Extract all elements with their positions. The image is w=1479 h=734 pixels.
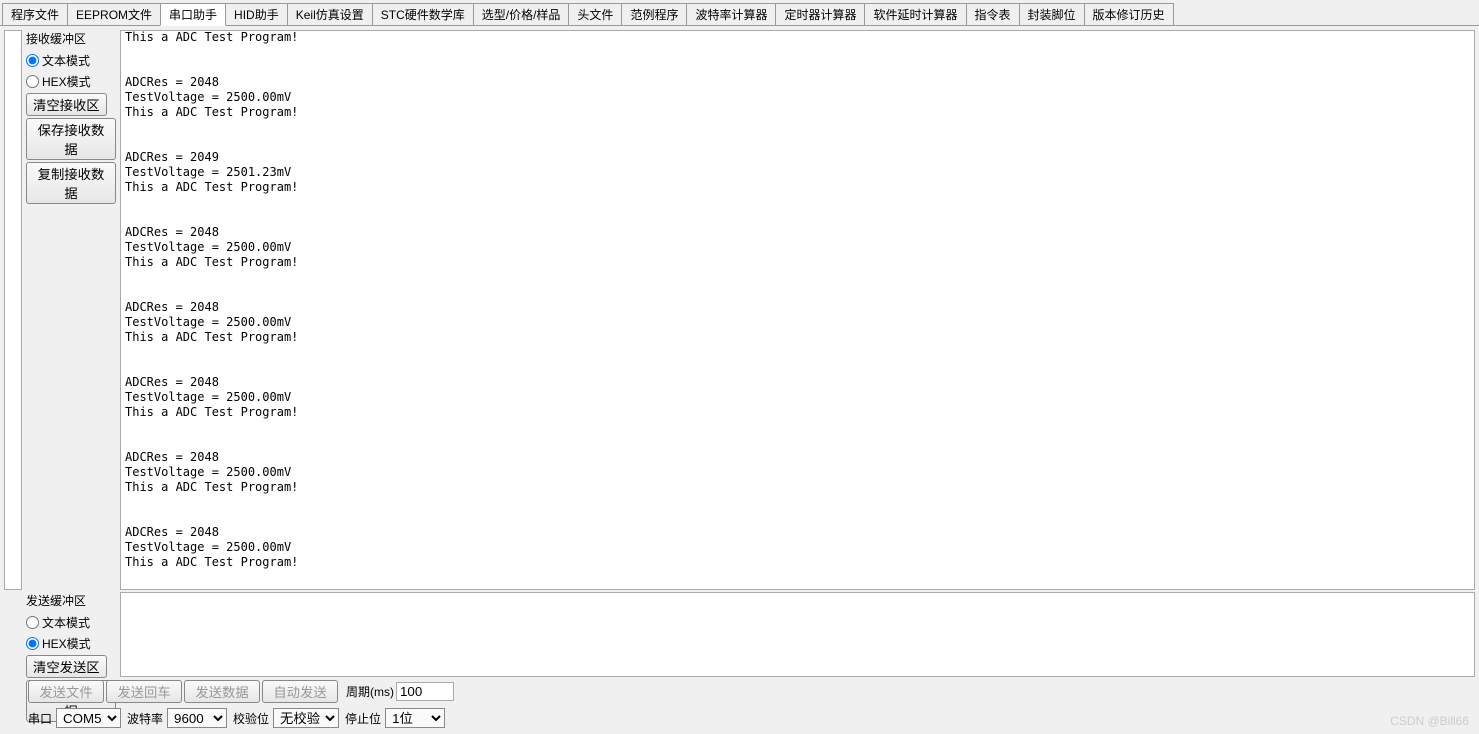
send-textarea-wrap — [120, 592, 1475, 677]
send-mode-text-label: 文本模式 — [42, 614, 90, 631]
tabs-bar: 程序文件EEPROM文件串口助手HID助手Keil仿真设置STC硬件数学库选型/… — [0, 0, 1479, 26]
clear-receive-button[interactable]: 清空接收区 — [26, 93, 107, 116]
tab-6[interactable]: 选型/价格/样品 — [473, 3, 570, 25]
period-input[interactable] — [396, 682, 454, 701]
actions-row: 发送文件 发送回车 发送数据 自动发送 周期(ms) — [4, 679, 1475, 704]
tab-12[interactable]: 指令表 — [966, 3, 1020, 25]
period-label: 周期(ms) — [346, 683, 394, 700]
tab-10[interactable]: 定时器计算器 — [775, 3, 865, 25]
tab-5[interactable]: STC硬件数学库 — [372, 3, 474, 25]
tab-1[interactable]: EEPROM文件 — [67, 3, 161, 25]
tab-11[interactable]: 软件延时计算器 — [864, 3, 966, 25]
send-group-label: 发送缓冲区 — [26, 592, 86, 609]
send-side-panel: 发送缓冲区 文本模式 HEX模式 清空发送区 保存发送数据 — [26, 592, 116, 677]
send-textarea[interactable] — [121, 593, 1474, 676]
port-label: 串口 — [28, 710, 52, 727]
tab-2[interactable]: 串口助手 — [160, 3, 226, 26]
send-file-button[interactable]: 发送文件 — [28, 680, 104, 703]
tab-0[interactable]: 程序文件 — [2, 3, 68, 25]
tab-13[interactable]: 封装脚位 — [1019, 3, 1085, 25]
receive-mode-text[interactable]: 文本模式 — [26, 51, 90, 70]
tab-9[interactable]: 波特率计算器 — [686, 3, 776, 25]
tab-7[interactable]: 头文件 — [568, 3, 622, 25]
receive-mode-hex-label: HEX模式 — [42, 73, 91, 90]
copy-receive-button[interactable]: 复制接收数据 — [26, 162, 116, 204]
port-row: 串口 COM5 波特率 9600 校验位 无校验 停止位 1位 — [4, 706, 1475, 728]
tab-4[interactable]: Keil仿真设置 — [287, 3, 373, 25]
auto-send-button[interactable]: 自动发送 — [262, 680, 338, 703]
send-mode-hex-radio[interactable] — [26, 637, 39, 650]
baud-select[interactable]: 9600 — [167, 708, 227, 728]
receive-textarea-wrap — [120, 30, 1475, 590]
stop-select[interactable]: 1位 — [385, 708, 445, 728]
receive-textarea[interactable] — [121, 31, 1474, 589]
send-data-button[interactable]: 发送数据 — [184, 680, 260, 703]
receive-mode-hex[interactable]: HEX模式 — [26, 72, 91, 91]
send-mode-text[interactable]: 文本模式 — [26, 613, 90, 632]
parity-select[interactable]: 无校验 — [273, 708, 339, 728]
tab-14[interactable]: 版本修订历史 — [1084, 3, 1174, 25]
receive-mode-hex-radio[interactable] — [26, 75, 39, 88]
receive-mode-text-radio[interactable] — [26, 54, 39, 67]
receive-mode-text-label: 文本模式 — [42, 52, 90, 69]
stop-label: 停止位 — [345, 710, 381, 727]
send-mode-hex[interactable]: HEX模式 — [26, 634, 91, 653]
receive-group-label: 接收缓冲区 — [26, 30, 86, 47]
tab-3[interactable]: HID助手 — [225, 3, 288, 25]
clear-send-button[interactable]: 清空发送区 — [26, 655, 107, 678]
send-mode-text-radio[interactable] — [26, 616, 39, 629]
port-select[interactable]: COM5 — [56, 708, 121, 728]
baud-label: 波特率 — [127, 710, 163, 727]
send-mode-hex-label: HEX模式 — [42, 635, 91, 652]
left-strip-spacer — [4, 30, 22, 590]
send-cr-button[interactable]: 发送回车 — [106, 680, 182, 703]
receive-side-panel: 接收缓冲区 文本模式 HEX模式 清空接收区 保存接收数据 复制接收数据 — [26, 30, 116, 590]
parity-label: 校验位 — [233, 710, 269, 727]
save-receive-button[interactable]: 保存接收数据 — [26, 118, 116, 160]
tab-8[interactable]: 范例程序 — [621, 3, 687, 25]
